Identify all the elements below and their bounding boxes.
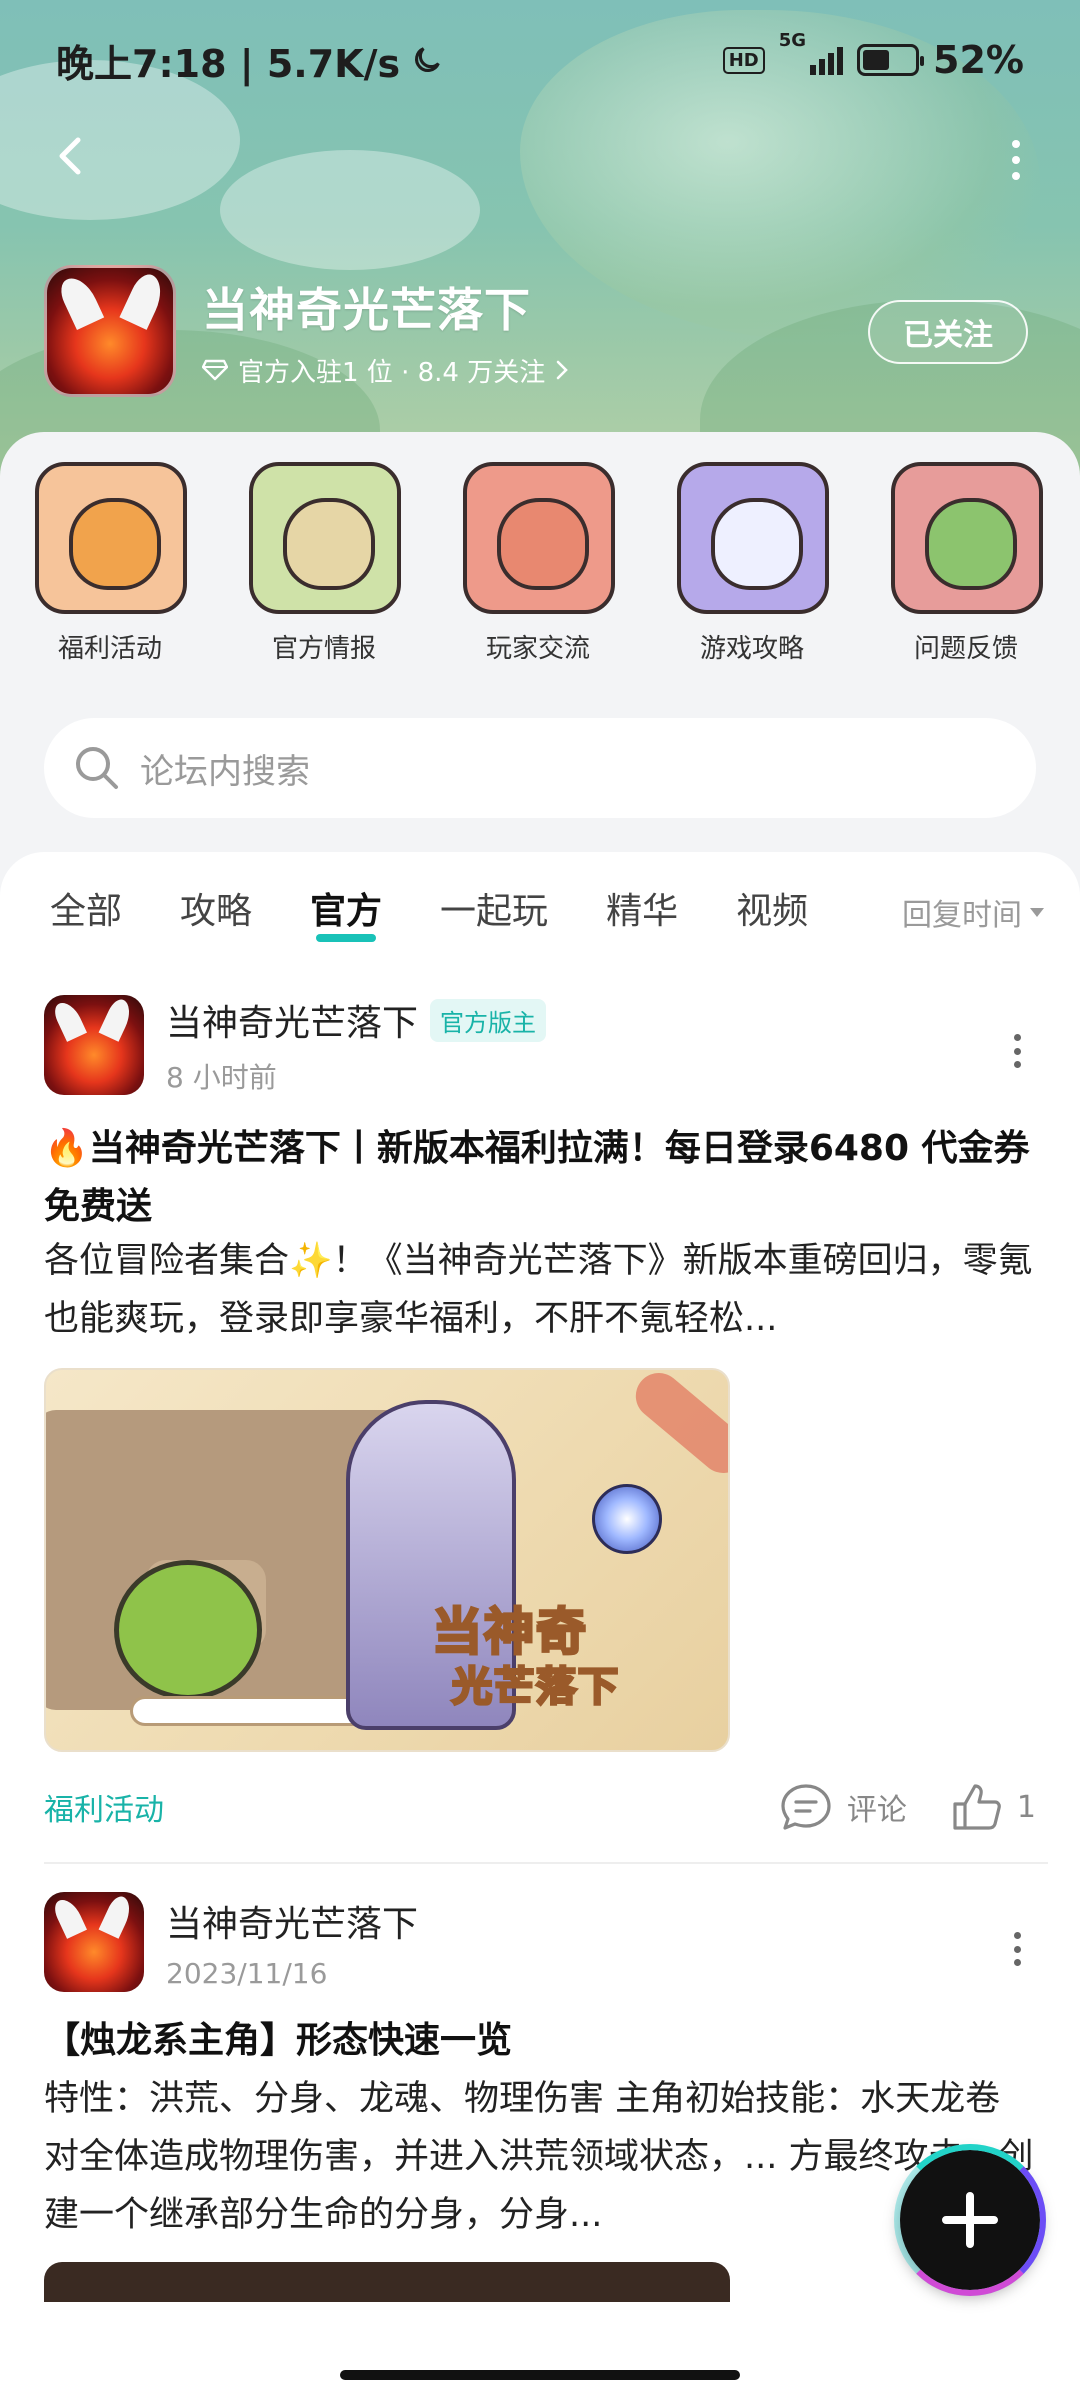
forum-meta[interactable]: 官方入驻1 位 · 8.4 万关注	[202, 352, 569, 389]
forum-title: 当神奇光芒落下	[202, 282, 531, 337]
search-icon	[76, 747, 118, 789]
author-avatar[interactable]	[44, 1892, 144, 1992]
forum-stats: 官方入驻1 位 · 8.4 万关注	[238, 357, 546, 388]
battery-icon	[857, 44, 925, 76]
like-count: 1	[1016, 1789, 1036, 1825]
chevron-right-icon	[556, 360, 569, 380]
tab-play-together[interactable]: 一起玩	[440, 882, 548, 934]
shortcut-label: 官方情报	[271, 634, 376, 664]
shortcut-label: 问题反馈	[913, 634, 1018, 664]
diamond-icon	[202, 359, 228, 381]
create-post-button[interactable]	[894, 2144, 1046, 2296]
sort-label: 回复时间	[902, 898, 1022, 933]
moon-icon	[415, 47, 440, 72]
home-indicator[interactable]	[340, 2370, 740, 2380]
tab-official[interactable]: 官方	[310, 882, 382, 942]
shortcut-label: 玩家交流	[485, 634, 590, 664]
signal-icon	[810, 45, 844, 75]
feedback-icon	[891, 462, 1043, 614]
shortcut-feedback[interactable]: 问题反馈	[891, 462, 1043, 665]
welfare-icon	[35, 462, 187, 614]
search-input[interactable]: 论坛内搜索	[44, 718, 1036, 818]
post-image[interactable]	[44, 2262, 730, 2302]
shortcut-row: 福利活动 官方情报 玩家交流 游戏攻略 问题反馈	[0, 462, 1080, 672]
shortcut-official-news[interactable]: 官方情报	[249, 462, 401, 665]
back-icon[interactable]	[48, 132, 96, 180]
game-logo: 当神奇 光芒落下	[431, 1602, 620, 1712]
post-time: 2023/11/16	[166, 1956, 328, 1990]
status-bar: 晚上7:18 | 5.7K/s HD 5G 52%	[0, 0, 1080, 120]
author-avatar[interactable]	[44, 995, 144, 1095]
post-divider	[44, 1862, 1048, 1864]
comment-icon	[781, 1784, 831, 1830]
follow-button[interactable]: 已关注	[868, 300, 1028, 364]
guide-icon	[677, 462, 829, 614]
post-title[interactable]: 🔥当神奇光芒落下丨新版本福利拉满！每日登录6480 代金券免费送	[44, 1120, 1034, 1236]
tab-featured[interactable]: 精华	[606, 882, 678, 934]
post-excerpt[interactable]: 特性：洪荒、分身、龙魂、物理伤害 主角初始技能：水天龙卷 对全体造成物理伤害，并…	[44, 2070, 1034, 2244]
post-tag[interactable]: 福利活动	[44, 1785, 164, 1829]
search-placeholder: 论坛内搜索	[140, 751, 310, 792]
forum-avatar	[44, 265, 176, 397]
status-time: 晚上7:18 | 5.7K/s	[56, 41, 401, 86]
shortcut-player-chat[interactable]: 玩家交流	[463, 462, 615, 665]
post-time: 8 小时前	[166, 1061, 277, 1094]
post-more-icon[interactable]	[1014, 1932, 1024, 1966]
plus-icon	[942, 2192, 998, 2248]
thumbs-up-icon	[953, 1784, 1001, 1830]
tab-videos[interactable]: 视频	[736, 882, 808, 934]
mascot-illustration	[114, 1560, 262, 1700]
post-title[interactable]: 【烛龙系主角】形态快速一览	[44, 2012, 1034, 2070]
post-more-icon[interactable]	[1014, 1034, 1024, 1068]
sort-dropdown[interactable]: 回复时间	[902, 890, 1044, 934]
battery-percent: 52%	[933, 38, 1024, 82]
comment-button[interactable]: 评论	[779, 1782, 907, 1832]
moderator-badge: 官方版主	[430, 998, 547, 1042]
shortcut-label: 游戏攻略	[699, 634, 804, 664]
caret-down-icon	[1030, 907, 1044, 917]
network-type: 5G	[778, 30, 807, 51]
more-icon[interactable]	[1008, 140, 1024, 180]
shortcut-label: 福利活动	[57, 634, 162, 664]
post-excerpt[interactable]: 各位冒险者集合✨！《当神奇光芒落下》新版本重磅回归，零氪也能爽玩，登录即享豪华福…	[44, 1232, 1034, 1348]
shortcut-guides[interactable]: 游戏攻略	[677, 462, 829, 665]
tab-guides[interactable]: 攻略	[180, 882, 252, 934]
hd-icon: HD	[722, 46, 765, 74]
post-image[interactable]: 当神奇 光芒落下	[44, 1368, 730, 1752]
tab-all[interactable]: 全部	[50, 882, 122, 934]
content-panel: 福利活动 官方情报 玩家交流 游戏攻略 问题反馈 论坛内搜索 全部 攻略 官方 …	[0, 432, 1080, 2400]
author-name[interactable]: 当神奇光芒落下	[166, 994, 418, 1046]
chat-icon	[463, 462, 615, 614]
news-icon	[249, 462, 401, 614]
like-button[interactable]: 1	[951, 1782, 1036, 1832]
author-name[interactable]: 当神奇光芒落下	[166, 1895, 418, 1947]
comment-label: 评论	[846, 1793, 907, 1828]
shortcut-welfare[interactable]: 福利活动	[35, 462, 187, 665]
